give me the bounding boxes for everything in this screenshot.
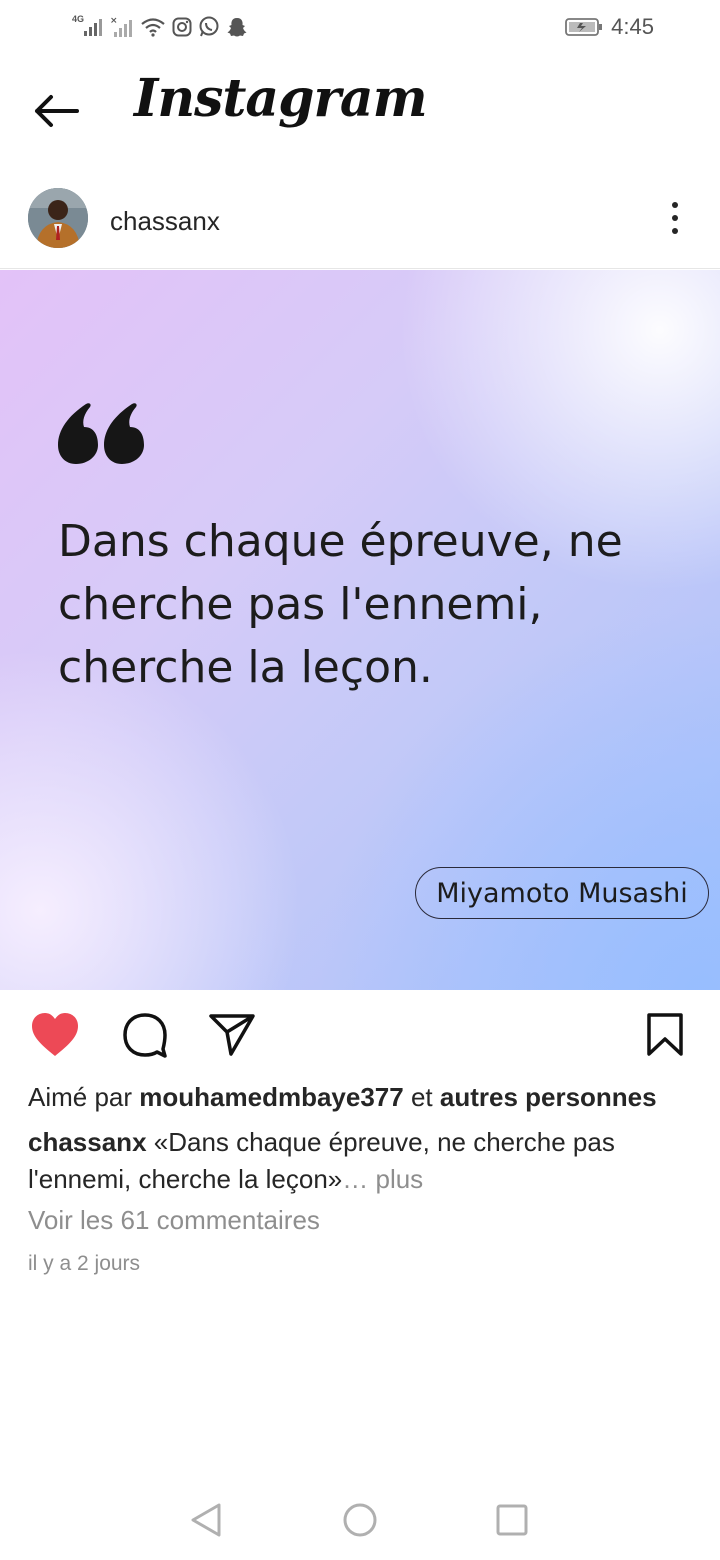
instagram-logo: Instagram bbox=[134, 68, 428, 129]
user-avatar[interactable] bbox=[28, 188, 88, 248]
nav-home-button[interactable] bbox=[338, 1498, 382, 1542]
like-button[interactable] bbox=[28, 1008, 82, 1062]
svg-text:×: × bbox=[110, 16, 118, 26]
battery-charging-icon bbox=[565, 17, 603, 37]
comment-icon bbox=[123, 1013, 167, 1058]
avatar-image bbox=[28, 188, 88, 248]
share-button[interactable] bbox=[205, 1008, 259, 1062]
status-icons-right: 4:45 bbox=[565, 12, 654, 42]
more-vertical-icon[interactable] bbox=[660, 198, 690, 238]
nav-back-button[interactable] bbox=[184, 1498, 228, 1542]
signal-no-sim-icon: × bbox=[110, 16, 134, 38]
quote-mark-icon bbox=[58, 403, 144, 464]
menu-dot bbox=[672, 202, 678, 208]
back-button[interactable] bbox=[26, 86, 86, 136]
post-header: chassanx bbox=[0, 178, 720, 269]
triangle-back-icon bbox=[191, 1503, 221, 1537]
caption-username[interactable]: chassanx bbox=[28, 1127, 147, 1157]
menu-dot bbox=[672, 228, 678, 234]
whatsapp-notification-icon bbox=[198, 16, 220, 38]
status-icons-left: 4G × bbox=[72, 12, 248, 42]
circle-home-icon bbox=[343, 1503, 377, 1537]
likes-prefix: Aimé par bbox=[28, 1082, 140, 1112]
view-comments-link[interactable]: Voir les 61 commentaires bbox=[28, 1205, 320, 1236]
system-nav-bar bbox=[0, 1480, 720, 1560]
post-image[interactable]: Dans chaque épreuve, ne cherche pas l'en… bbox=[0, 270, 720, 990]
quote-text: Dans chaque épreuve, ne cherche pas l'en… bbox=[58, 516, 623, 693]
heart-filled-icon bbox=[32, 1013, 78, 1056]
send-icon bbox=[209, 1014, 255, 1056]
liked-by-user[interactable]: mouhamedmbaye377 bbox=[139, 1082, 403, 1112]
likes-others-link[interactable]: autres personnes bbox=[440, 1082, 657, 1112]
comment-button[interactable] bbox=[118, 1008, 172, 1062]
clock: 4:45 bbox=[611, 14, 654, 39]
menu-dot bbox=[672, 215, 678, 221]
bookmark-icon bbox=[647, 1013, 683, 1056]
nav-recents-button[interactable] bbox=[490, 1498, 534, 1542]
arrow-left-icon bbox=[35, 95, 79, 127]
instagram-notification-icon bbox=[172, 17, 192, 37]
post-timestamp: il y a 2 jours bbox=[28, 1252, 141, 1275]
likes-middle: et bbox=[403, 1082, 440, 1112]
post-actions bbox=[0, 1000, 720, 1070]
post-username[interactable]: chassanx bbox=[110, 206, 220, 237]
save-button[interactable] bbox=[638, 1008, 692, 1062]
wifi-icon bbox=[140, 17, 166, 37]
post-caption: chassanx «Dans chaque épreuve, ne cherch… bbox=[28, 1124, 688, 1198]
likes-summary: Aimé par mouhamedmbaye377 et autres pers… bbox=[28, 1082, 657, 1113]
caption-more-link[interactable]: … plus bbox=[342, 1164, 423, 1194]
author-badge: Miyamoto Musashi bbox=[415, 867, 709, 919]
network-type-label: 4G bbox=[72, 14, 85, 24]
signal-icon bbox=[84, 18, 104, 36]
square-recents-icon bbox=[496, 1504, 528, 1536]
author-name: Miyamoto Musashi bbox=[436, 877, 688, 909]
snapchat-notification-icon bbox=[226, 16, 248, 38]
status-bar: 4G × 4:45 bbox=[0, 0, 720, 56]
app-header: Instagram bbox=[0, 60, 720, 160]
